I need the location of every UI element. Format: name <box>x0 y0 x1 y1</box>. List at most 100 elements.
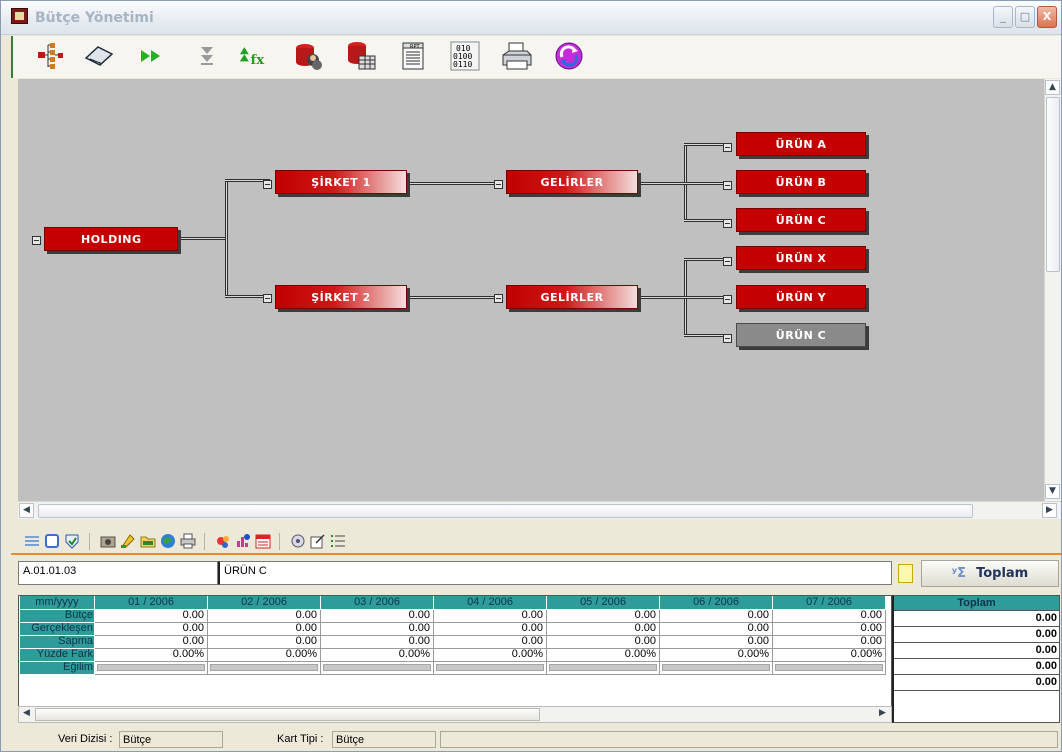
grid-cell[interactable]: 0.00 <box>546 608 660 623</box>
scroll-up-button[interactable]: ▲ <box>1045 80 1060 95</box>
tree-icon[interactable] <box>35 40 67 72</box>
binary-icon[interactable]: 010 0100 0110 <box>449 40 481 72</box>
grid-cell[interactable]: 0.00 <box>659 621 773 636</box>
grid-scroll-right-button[interactable]: ▶ <box>875 707 890 722</box>
node-holding[interactable]: HOLDING <box>44 227 178 251</box>
database-users-icon[interactable] <box>293 40 325 72</box>
collapse-toggle-urun-y[interactable] <box>723 295 732 304</box>
grid-cell[interactable]: 0.00 <box>772 634 886 649</box>
grid-cell[interactable]: 0.00 <box>94 634 208 649</box>
eraser-icon[interactable] <box>83 40 115 72</box>
printer-icon[interactable] <box>501 40 533 72</box>
maximize-button[interactable]: □ <box>1015 6 1035 28</box>
collapse-toggle-gelirler2[interactable] <box>494 294 503 303</box>
grid-cell[interactable]: 0.00 <box>433 634 547 649</box>
print-preview-icon[interactable] <box>43 532 61 550</box>
node-sirket-1[interactable]: ŞİRKET 1 <box>275 170 407 194</box>
grid-cell[interactable]: 0.00% <box>207 647 321 662</box>
grid-cell[interactable]: 0.00% <box>433 647 547 662</box>
grid-cell[interactable]: 0.00 <box>94 608 208 623</box>
grid-cell[interactable]: 0.00 <box>546 634 660 649</box>
column-header[interactable]: 05 / 2006 <box>546 596 660 610</box>
node-gelirler-1[interactable]: GELİRLER <box>506 170 638 194</box>
collapse-toggle-urun-a[interactable] <box>723 143 732 152</box>
node-urun-c[interactable]: ÜRÜN C <box>736 208 866 232</box>
database-table-icon[interactable] <box>345 40 377 72</box>
refresh-icon[interactable] <box>553 40 585 72</box>
scroll-down-button[interactable]: ▼ <box>1045 484 1060 499</box>
title-bar[interactable]: Bütçe Yönetimi _ □ X <box>1 1 1061 35</box>
report-icon[interactable]: RPT <box>397 40 429 72</box>
close-button[interactable]: X <box>1037 6 1057 28</box>
account-code-field[interactable]: A.01.01.03 <box>18 561 218 585</box>
grid-cell[interactable]: 0.00 <box>772 621 886 636</box>
calendar-icon[interactable] <box>254 532 272 550</box>
note-icon[interactable] <box>898 564 913 583</box>
print-icon[interactable] <box>179 532 197 550</box>
node-gelirler-2[interactable]: GELİRLER <box>506 285 638 309</box>
diagram-canvas[interactable]: HOLDING ŞİRKET 1 ŞİRKET 2 GELİRLER GELİR… <box>18 79 1044 501</box>
grid-cell[interactable]: 0.00% <box>320 647 434 662</box>
grid-scroll-thumb[interactable] <box>35 708 540 721</box>
grid-scroll-left-button[interactable]: ◀ <box>19 707 34 722</box>
grid-cell[interactable]: 0.00 <box>320 634 434 649</box>
grid-cell[interactable]: 0.00 <box>659 634 773 649</box>
node-urun-c-selected[interactable]: ÜRÜN C <box>736 323 866 347</box>
node-urun-b[interactable]: ÜRÜN B <box>736 170 866 194</box>
edit-icon[interactable] <box>309 532 327 550</box>
vertical-scroll-thumb[interactable] <box>1046 97 1060 272</box>
collapse-toggle-sirket1[interactable] <box>263 180 272 189</box>
grid-cell[interactable]: 0.00 <box>433 608 547 623</box>
column-header[interactable]: 02 / 2006 <box>207 596 321 610</box>
column-header[interactable]: 01 / 2006 <box>94 596 208 610</box>
scroll-right-button[interactable]: ▶ <box>1042 503 1057 518</box>
grid-cell[interactable]: 0.00 <box>207 621 321 636</box>
arrow-down-icon[interactable] <box>191 40 223 72</box>
chart-icon[interactable] <box>234 532 252 550</box>
collapse-toggle-urun-b[interactable] <box>723 181 732 190</box>
horizontal-scroll-thumb[interactable] <box>38 504 973 518</box>
list-icon[interactable] <box>23 532 41 550</box>
vertical-scrollbar[interactable]: ▲ ▼ <box>1044 79 1061 501</box>
column-header[interactable]: 06 / 2006 <box>659 596 773 610</box>
account-name-field[interactable]: ÜRÜN C <box>218 561 892 585</box>
grid-cell[interactable]: 0.00 <box>659 608 773 623</box>
grid-horizontal-scrollbar[interactable]: ◀ ▶ <box>18 706 892 723</box>
node-urun-a[interactable]: ÜRÜN A <box>736 132 866 156</box>
grid-cell[interactable]: 0.00 <box>207 608 321 623</box>
shield-icon[interactable] <box>63 532 81 550</box>
toplam-button[interactable]: ʸΣ Toplam <box>921 560 1059 587</box>
grid-cell[interactable]: 0.00 <box>546 621 660 636</box>
globe-icon[interactable] <box>159 532 177 550</box>
bullet-list-icon[interactable] <box>329 532 347 550</box>
camera-icon[interactable] <box>99 532 117 550</box>
grid-cell[interactable]: 0.00 <box>207 634 321 649</box>
grid-cell[interactable]: 0.00 <box>433 621 547 636</box>
node-sirket-2[interactable]: ŞİRKET 2 <box>275 285 407 309</box>
collapse-toggle-urun-c1[interactable] <box>723 219 732 228</box>
fast-forward-icon[interactable] <box>135 40 167 72</box>
folder-icon[interactable] <box>139 532 157 550</box>
node-urun-x[interactable]: ÜRÜN X <box>736 246 866 270</box>
grid-cell[interactable]: 0.00 <box>320 621 434 636</box>
scroll-left-button[interactable]: ◀ <box>19 503 34 518</box>
collapse-toggle-sirket2[interactable] <box>263 294 272 303</box>
column-header[interactable]: 03 / 2006 <box>320 596 434 610</box>
grid-cell[interactable]: 0.00 <box>94 621 208 636</box>
grid-cell[interactable]: 0.00 <box>772 608 886 623</box>
grid-cell[interactable]: 0.00% <box>94 647 208 662</box>
collapse-toggle-urun-c2[interactable] <box>723 334 732 343</box>
grid-cell[interactable]: 0.00% <box>546 647 660 662</box>
settings-icon[interactable] <box>289 532 307 550</box>
node-urun-y[interactable]: ÜRÜN Y <box>736 285 866 309</box>
column-header[interactable]: 04 / 2006 <box>433 596 547 610</box>
collapse-toggle-holding[interactable] <box>32 236 41 245</box>
collapse-toggle-urun-x[interactable] <box>723 257 732 266</box>
grid-cell[interactable]: 0.00% <box>659 647 773 662</box>
horizontal-scrollbar[interactable]: ◀ ▶ <box>18 501 1061 519</box>
formula-icon[interactable]: fx <box>239 40 271 72</box>
minimize-button[interactable]: _ <box>993 6 1013 28</box>
column-header[interactable]: 07 / 2006 <box>772 596 886 610</box>
magic-icon[interactable] <box>214 532 232 550</box>
grid-cell[interactable]: 0.00% <box>772 647 886 662</box>
